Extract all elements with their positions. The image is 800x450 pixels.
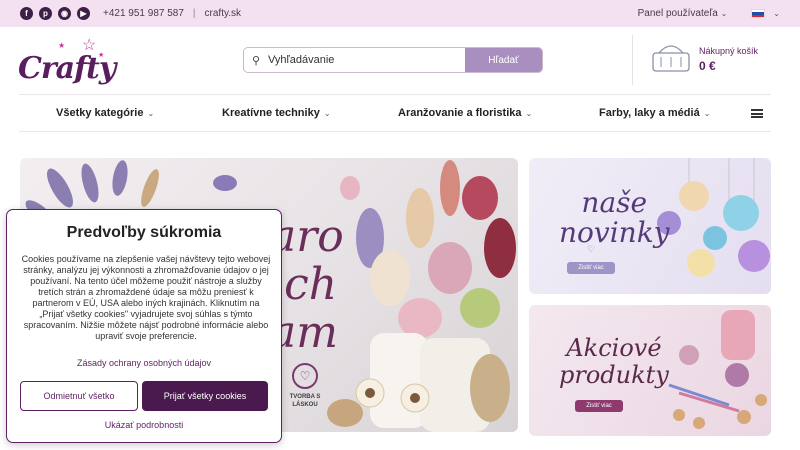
search-button[interactable]: Hľadať	[465, 48, 542, 72]
accept-all-button[interactable]: Prijať všetky cookies	[142, 381, 268, 411]
sale-products-more-button[interactable]: Zistiť viac	[575, 400, 623, 412]
facebook-icon[interactable]: f	[20, 7, 33, 20]
nav-item-label: Všetky kategórie	[56, 107, 144, 119]
new-products-title: naše novinky	[559, 186, 670, 249]
cookie-consent-dialog: Predvoľby súkromia Cookies používame na …	[6, 209, 282, 443]
chevron-down-icon: ⌄	[720, 9, 728, 18]
heart-badge-icon: ♡	[292, 363, 318, 389]
nav-item-creative-techniques[interactable]: Kreatívne techniky ⌄	[222, 107, 331, 119]
user-panel-link[interactable]: Panel používateľa ⌄	[638, 8, 728, 19]
site-link[interactable]: crafty.sk	[205, 8, 241, 19]
new-products-banner[interactable]: naše novinky ♡ Zistiť viac	[529, 158, 771, 294]
instagram-icon[interactable]: ◉	[58, 7, 71, 20]
chevron-down-icon: ⌄	[703, 108, 711, 118]
new-products-more-button[interactable]: Zistiť viac	[567, 262, 615, 274]
nav-item-floristry[interactable]: Aranžovanie a floristika ⌄	[398, 107, 532, 119]
star-icon: ★	[58, 41, 66, 50]
heart-icon: ♡	[587, 244, 596, 254]
language-chevron-icon[interactable]: ⌄	[773, 9, 780, 18]
divider	[632, 35, 633, 85]
chevron-down-icon: ⌄	[525, 108, 533, 118]
chevron-down-icon: ⌄	[323, 108, 331, 118]
decline-all-button[interactable]: Odmietnuť všetko	[20, 381, 138, 411]
nav-item-label: Farby, laky a médiá	[599, 107, 700, 119]
top-bar: f p ◉ ▶ +421 951 987 587 | crafty.sk Pan…	[0, 0, 800, 27]
cart-total: 0 €	[699, 59, 716, 73]
search-bar: ⚲ Hľadať	[243, 47, 543, 73]
hamburger-menu-icon[interactable]	[751, 109, 763, 118]
hero-badge-text: TVORBA S LÁSKOU	[289, 394, 321, 408]
nav-item-label: Kreatívne techniky	[222, 107, 320, 119]
social-links: f p ◉ ▶	[20, 7, 90, 20]
show-details-link[interactable]: Ukázať podrobnosti	[7, 420, 281, 430]
separator: |	[192, 8, 196, 19]
sale-products-title: Akciové produkty	[559, 334, 669, 389]
slovak-flag-icon[interactable]	[751, 9, 766, 18]
pinterest-icon[interactable]: p	[39, 7, 52, 20]
main-nav: Všetky kategórie ⌄ Kreatívne techniky ⌄ …	[19, 94, 771, 132]
chevron-down-icon: ⌄	[147, 108, 155, 118]
nav-item-all-categories[interactable]: Všetky kategórie ⌄	[56, 107, 154, 119]
nav-item-paints[interactable]: Farby, laky a médiá ⌄	[599, 107, 710, 119]
nav-item-label: Aranžovanie a floristika	[398, 107, 522, 119]
user-panel-label: Panel používateľa	[637, 8, 718, 19]
logo-text: Crafty	[18, 51, 116, 86]
sale-products-banner[interactable]: Akciové produkty Zistiť viac	[529, 305, 771, 436]
header: ☆ ★ ★ Crafty ⚲ Hľadať Nákupný košík 0 €	[0, 27, 800, 94]
cart-basket-icon[interactable]	[651, 41, 691, 74]
phone-link[interactable]: +421 951 987 587	[103, 8, 184, 19]
search-icon: ⚲	[251, 54, 261, 67]
cookie-text: Cookies používame na zlepšenie vašej náv…	[21, 254, 271, 341]
youtube-icon[interactable]: ▶	[77, 7, 90, 20]
logo[interactable]: ☆ ★ ★ Crafty	[18, 37, 116, 92]
cart-label[interactable]: Nákupný košík	[699, 46, 758, 56]
cookie-title: Predvoľby súkromia	[66, 224, 222, 241]
search-input[interactable]	[268, 48, 465, 72]
privacy-policy-link[interactable]: Zásady ochrany osobných údajov	[7, 358, 281, 368]
